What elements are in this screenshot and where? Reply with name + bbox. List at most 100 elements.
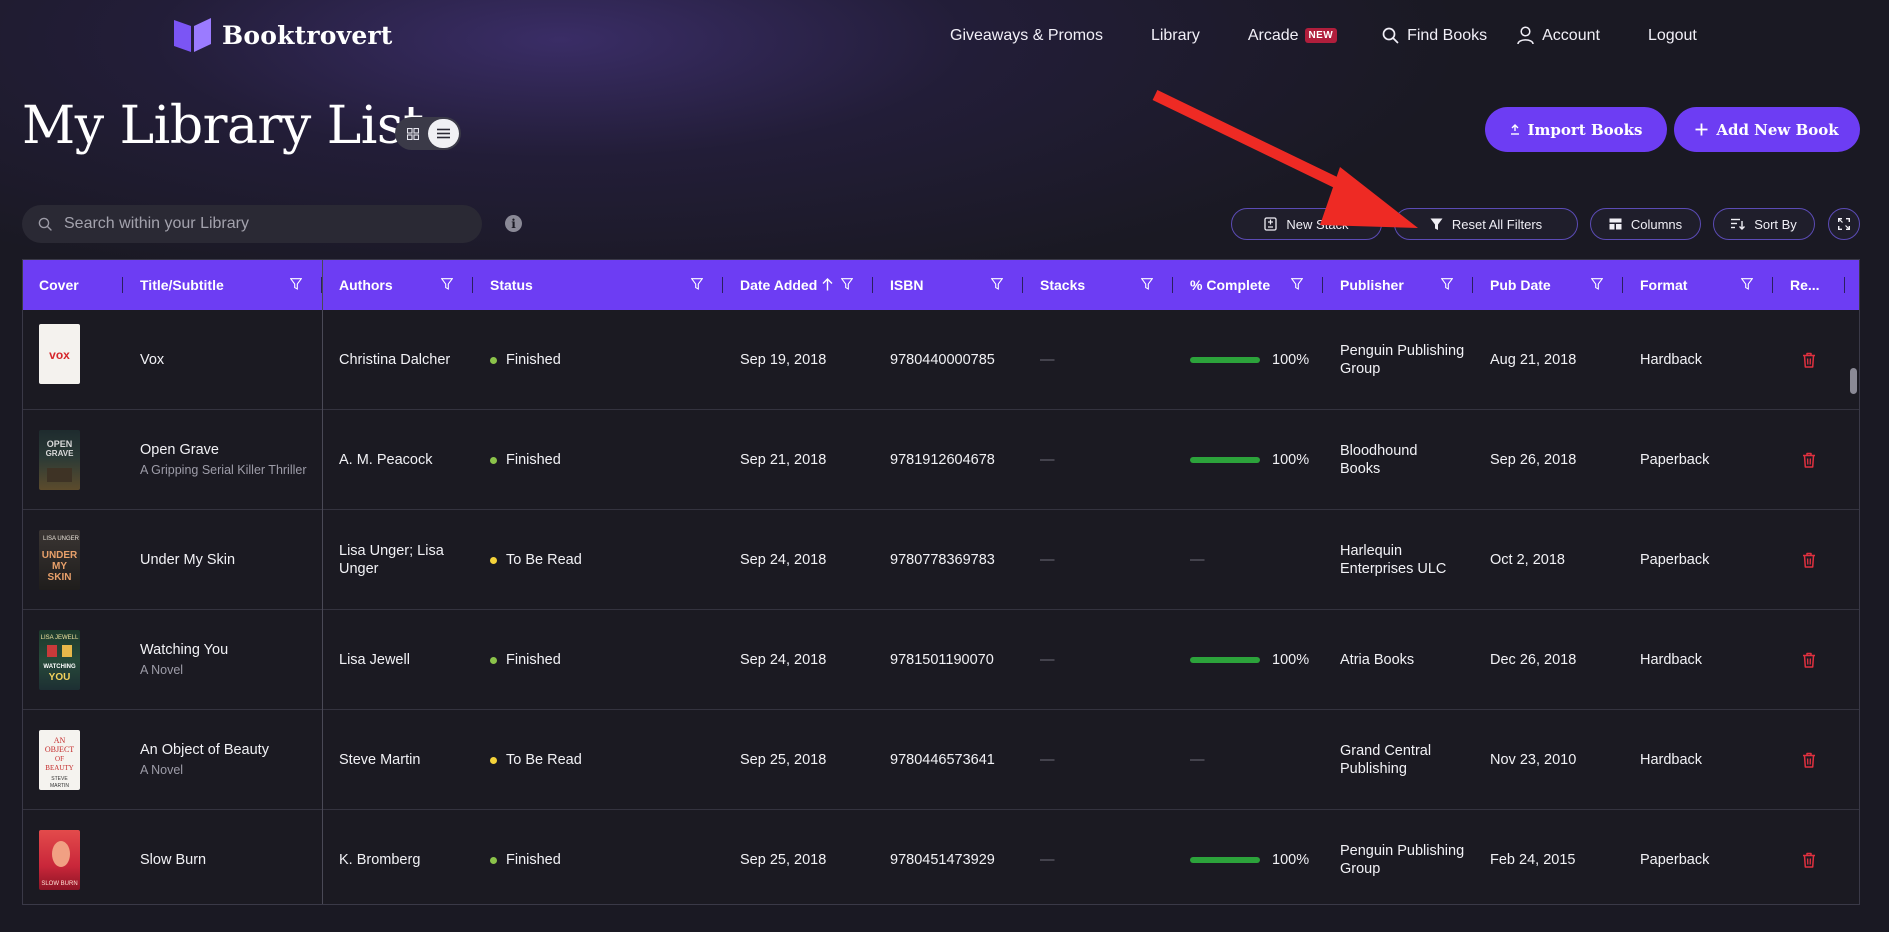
col-publisher[interactable]: Publisher <box>1323 260 1473 310</box>
col-format-label: Format <box>1640 277 1688 293</box>
status-cell[interactable]: To Be Read <box>490 510 710 610</box>
title-cell[interactable]: Open Grave A Gripping Serial Killer Thri… <box>140 410 315 510</box>
status-label: Finished <box>506 852 561 868</box>
title-cell[interactable]: Slow Burn <box>140 810 315 904</box>
complete-cell: 100% <box>1190 610 1320 710</box>
table-row[interactable]: LISA UNGER UNDER MY SKIN Under My Skin Lisa… <box>23 510 1859 610</box>
status-label: Finished <box>506 352 561 368</box>
book-cover[interactable]: LISA JEWELL WATCHING YOU <box>39 630 80 690</box>
col-isbn[interactable]: ISBN <box>873 260 1023 310</box>
nav-library[interactable]: Library <box>1151 27 1200 45</box>
title-cell[interactable]: Watching You A Novel <box>140 610 315 710</box>
columns-button[interactable]: Columns <box>1590 208 1701 240</box>
book-cover[interactable]: LISA UNGER UNDER MY SKIN <box>39 530 80 590</box>
col-authors[interactable]: Authors <box>322 260 473 310</box>
filter-icon[interactable] <box>1441 278 1453 290</box>
sort-ascending-icon[interactable] <box>822 278 833 291</box>
trash-icon[interactable] <box>1802 452 1816 468</box>
stacks-cell[interactable]: — <box>1040 410 1100 510</box>
col-date-added[interactable]: Date Added <box>723 260 873 310</box>
grid-view-button[interactable] <box>397 119 428 148</box>
col-divider[interactable] <box>1844 277 1845 293</box>
book-cover[interactable]: vox <box>39 324 80 384</box>
filter-icon[interactable] <box>1741 278 1753 290</box>
cover-art-vox: vox <box>49 348 70 362</box>
filter-icon[interactable] <box>1141 278 1153 290</box>
filter-icon[interactable] <box>991 278 1003 290</box>
col-publisher-label: Publisher <box>1340 277 1404 293</box>
book-authors: Christina Dalcher <box>339 352 451 368</box>
filter-icon[interactable] <box>441 278 453 290</box>
nav-giveaways[interactable]: Giveaways & Promos <box>950 27 1103 45</box>
complete-value: 100% <box>1272 352 1310 368</box>
trash-icon[interactable] <box>1802 652 1816 668</box>
status-cell[interactable]: To Be Read <box>490 710 710 810</box>
status-cell[interactable]: Finished <box>490 610 710 710</box>
col-status[interactable]: Status <box>473 260 723 310</box>
filter-icon[interactable] <box>691 278 703 290</box>
pub-date: Nov 23, 2010 <box>1490 752 1577 768</box>
filter-icon[interactable] <box>1591 278 1603 290</box>
filter-icon[interactable] <box>841 278 853 290</box>
table-row[interactable]: SLOW BURN Slow Burn K. Bromberg Finished… <box>23 810 1859 904</box>
status-cell[interactable]: Finished <box>490 410 710 510</box>
book-cover[interactable]: AN OBJECT OF BEAUTY STEVE MARTIN <box>39 730 80 790</box>
info-icon[interactable]: i <box>505 215 522 232</box>
add-new-book-button[interactable]: Add New Book <box>1674 107 1860 152</box>
col-title[interactable]: Title/Subtitle <box>123 260 322 310</box>
book-authors: Lisa Jewell <box>339 652 410 668</box>
date-added: Sep 25, 2018 <box>740 752 827 768</box>
remove-cell <box>1797 610 1821 710</box>
fullscreen-button[interactable] <box>1828 208 1860 240</box>
stacks-cell[interactable]: — <box>1040 710 1100 810</box>
col-stacks[interactable]: Stacks <box>1023 260 1173 310</box>
nav-arcade[interactable]: Arcade NEW <box>1248 27 1338 45</box>
svg-text:WATCHING: WATCHING <box>43 664 76 670</box>
col-complete[interactable]: % Complete <box>1173 260 1323 310</box>
stacks-cell[interactable]: — <box>1040 610 1100 710</box>
status-cell[interactable]: Finished <box>490 810 710 904</box>
nav-find-books[interactable]: Find Books <box>1382 27 1487 45</box>
publisher-cell: Grand Central Publishing <box>1340 710 1455 810</box>
col-remove[interactable]: Re... <box>1773 260 1845 310</box>
brand-logo[interactable]: Booktrovert <box>172 16 393 54</box>
title-cell[interactable]: An Object of Beauty A Novel <box>140 710 315 810</box>
trash-icon[interactable] <box>1802 752 1816 768</box>
list-view-button[interactable] <box>428 119 459 148</box>
book-cover[interactable]: OPEN GRAVE <box>39 430 80 490</box>
col-status-label: Status <box>490 277 533 293</box>
col-pub-date[interactable]: Pub Date <box>1473 260 1623 310</box>
book-authors: K. Bromberg <box>339 852 421 868</box>
stacks-cell[interactable]: — <box>1040 510 1100 610</box>
col-cover[interactable]: Cover <box>23 260 123 310</box>
nav-links: Giveaways & Promos Library Arcade NEW Fi… <box>950 26 1697 45</box>
nav-logout[interactable]: Logout <box>1648 27 1697 45</box>
table-row[interactable]: OPEN GRAVE Open Grave A Gripping Serial K… <box>23 410 1859 510</box>
format: Paperback <box>1640 552 1710 568</box>
trash-icon[interactable] <box>1802 552 1816 568</box>
title-cell[interactable]: Vox <box>140 310 315 410</box>
sort-by-button[interactable]: Sort By <box>1713 208 1815 240</box>
vertical-scrollbar[interactable] <box>1850 368 1857 394</box>
table-row[interactable]: LISA JEWELL WATCHING YOU Watching You A No… <box>23 610 1859 710</box>
svg-text:OPEN: OPEN <box>47 439 73 449</box>
status-cell[interactable]: Finished <box>490 310 710 410</box>
title-cell[interactable]: Under My Skin <box>140 510 315 610</box>
trash-icon[interactable] <box>1802 352 1816 368</box>
stacks-cell[interactable]: — <box>1040 310 1100 410</box>
sort-by-label: Sort By <box>1754 216 1797 232</box>
library-search-input[interactable] <box>64 215 444 233</box>
book-cover[interactable]: SLOW BURN <box>39 830 80 890</box>
date-added: Sep 25, 2018 <box>740 852 827 868</box>
stacks-cell[interactable]: — <box>1040 810 1100 904</box>
col-format[interactable]: Format <box>1623 260 1773 310</box>
table-row[interactable]: AN OBJECT OF BEAUTY STEVE MARTIN An Object of… <box>23 710 1859 810</box>
trash-icon[interactable] <box>1802 852 1816 868</box>
pub-date: Sep 26, 2018 <box>1490 452 1577 468</box>
filter-icon[interactable] <box>1291 278 1303 290</box>
nav-account[interactable]: Account <box>1517 26 1600 45</box>
import-books-button[interactable]: Import Books <box>1485 107 1667 152</box>
table-row[interactable]: vox Vox Christina Dalcher Finished Sep 1… <box>23 310 1859 410</box>
filter-icon[interactable] <box>290 278 302 290</box>
publisher: Penguin Publishing Group <box>1340 343 1465 377</box>
